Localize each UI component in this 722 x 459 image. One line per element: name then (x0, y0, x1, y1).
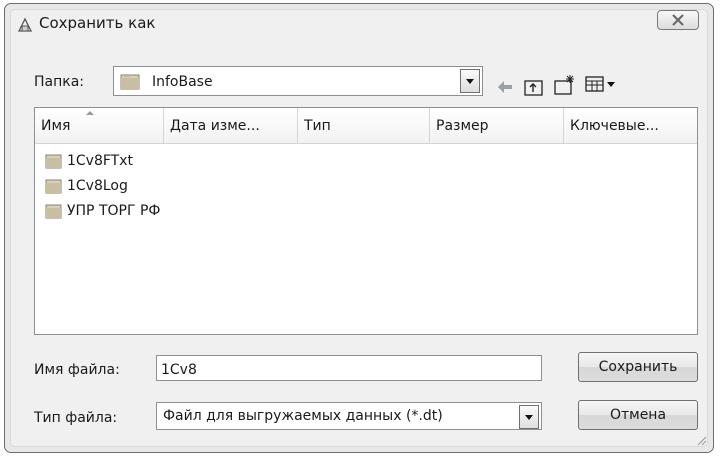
list-item-name: УПР ТОРГ РФ (67, 203, 161, 219)
folder-select[interactable]: InfoBase (113, 66, 483, 96)
column-header-type[interactable]: Тип (298, 108, 430, 143)
new-folder-icon[interactable] (553, 73, 577, 97)
save-button[interactable]: Сохранить (578, 352, 698, 382)
list-item-name: 1Cv8FTxt (67, 153, 134, 169)
close-icon (672, 14, 684, 26)
filename-input[interactable] (156, 355, 542, 381)
view-menu-icon (585, 76, 615, 92)
sort-ascending-icon (86, 111, 94, 115)
filetype-value: Файл для выгружаемых данных (*.dt) (163, 408, 443, 424)
list-item[interactable]: 1Cv8Log (45, 175, 195, 197)
back-arrow-icon[interactable] (495, 75, 515, 99)
list-item[interactable]: УПР ТОРГ РФ (45, 200, 215, 222)
file-list[interactable]: Имя Дата изме... Тип Размер Ключевые... … (34, 107, 698, 335)
view-menu-button[interactable] (585, 74, 621, 98)
column-header-keywords[interactable]: Ключевые... (564, 108, 697, 143)
app-icon (17, 17, 33, 32)
resize-grip-icon[interactable] (695, 434, 707, 446)
filename-label: Имя файла: (34, 362, 120, 378)
folder-icon (45, 204, 62, 219)
filetype-label: Тип файла: (34, 410, 118, 426)
save-as-dialog: Сохранить как Папка: InfoBase Имя Дата и… (4, 3, 714, 453)
filetype-dropdown-arrow[interactable] (519, 405, 539, 429)
column-header-name[interactable]: Имя (35, 108, 164, 143)
folder-dropdown-arrow[interactable] (460, 69, 480, 93)
column-header-date[interactable]: Дата изме... (164, 108, 298, 143)
folder-label: Папка: (34, 74, 85, 90)
folder-icon (45, 179, 62, 194)
close-button[interactable] (657, 10, 699, 30)
list-item-name: 1Cv8Log (67, 178, 128, 194)
folder-icon (45, 154, 62, 169)
filetype-select[interactable]: Файл для выгружаемых данных (*.dt) (156, 402, 542, 430)
list-item[interactable]: 1Cv8FTxt (45, 150, 195, 172)
list-header: Имя Дата изме... Тип Размер Ключевые... (35, 108, 697, 144)
title-bar[interactable]: Сохранить как (5, 4, 713, 44)
folder-value: InfoBase (152, 74, 213, 90)
folder-icon (120, 74, 140, 90)
cancel-button[interactable]: Отмена (578, 400, 698, 430)
window-title: Сохранить как (39, 14, 156, 32)
up-folder-icon[interactable] (523, 75, 545, 99)
column-header-size[interactable]: Размер (430, 108, 564, 143)
